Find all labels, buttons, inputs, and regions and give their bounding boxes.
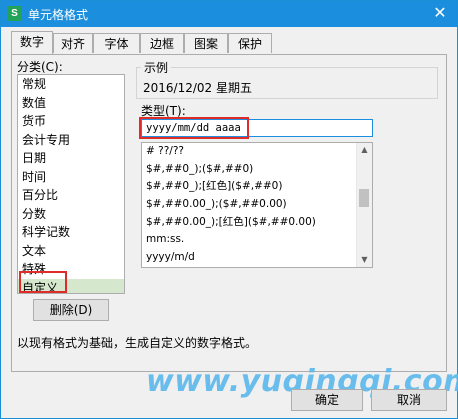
category-label: 分类(C): bbox=[17, 60, 63, 74]
delete-button[interactable]: 删除(D) bbox=[33, 299, 109, 321]
type-input[interactable]: yyyy/mm/dd aaaa bbox=[141, 119, 373, 137]
category-item-time[interactable]: 时间 bbox=[18, 168, 124, 187]
app-icon: S bbox=[7, 6, 22, 21]
category-item-number[interactable]: 数值 bbox=[18, 94, 124, 113]
tab-protection[interactable]: 保护 bbox=[228, 33, 272, 53]
tab-border[interactable]: 边框 bbox=[140, 33, 184, 53]
format-list-scrollbar[interactable]: ▲ ▼ bbox=[356, 143, 372, 267]
scroll-down-arrow-icon[interactable]: ▼ bbox=[357, 253, 372, 267]
format-item[interactable]: mm:ss. bbox=[142, 231, 372, 249]
dialog-title: 单元格格式 bbox=[28, 8, 89, 22]
ok-button[interactable]: 确定 bbox=[291, 389, 363, 411]
category-item-special[interactable]: 特殊 bbox=[18, 260, 124, 279]
category-item-general[interactable]: 常规 bbox=[18, 75, 124, 94]
category-list[interactable]: 常规 数值 货币 会计专用 日期 时间 百分比 分数 科学记数 文本 特殊 自定… bbox=[17, 74, 125, 294]
format-item[interactable]: yyyy/m/d bbox=[142, 249, 372, 267]
format-cells-dialog: S 单元格格式 ✕ 数字 对齐 字体 边框 图案 保护 分类(C): 常规 数值… bbox=[0, 0, 458, 419]
tab-number[interactable]: 数字 bbox=[11, 31, 53, 54]
title-bar: S 单元格格式 ✕ bbox=[1, 1, 457, 27]
tab-font[interactable]: 字体 bbox=[93, 33, 140, 53]
category-item-date[interactable]: 日期 bbox=[18, 149, 124, 168]
tab-alignment[interactable]: 对齐 bbox=[53, 33, 93, 53]
category-item-text[interactable]: 文本 bbox=[18, 242, 124, 261]
category-item-custom[interactable]: 自定义 bbox=[18, 278, 124, 293]
format-item[interactable]: $#,##0.00_);[红色]($#,##0.00) bbox=[142, 214, 372, 232]
category-item-scientific[interactable]: 科学记数 bbox=[18, 223, 124, 242]
format-item[interactable]: $#,##0.00_);($#,##0.00) bbox=[142, 196, 372, 214]
format-code-list[interactable]: # ??/?? $#,##0_);($#,##0) $#,##0_);[红色](… bbox=[141, 142, 373, 268]
tab-pattern[interactable]: 图案 bbox=[184, 33, 228, 53]
category-item-percentage[interactable]: 百分比 bbox=[18, 186, 124, 205]
cancel-button[interactable]: 取消 bbox=[371, 389, 447, 411]
scroll-up-arrow-icon[interactable]: ▲ bbox=[357, 143, 372, 157]
close-icon[interactable]: ✕ bbox=[431, 4, 449, 22]
sample-value: 2016/12/02 星期五 bbox=[143, 81, 252, 95]
category-item-currency[interactable]: 货币 bbox=[18, 112, 124, 131]
category-item-accounting[interactable]: 会计专用 bbox=[18, 131, 124, 150]
format-description: 以现有格式为基础，生成自定义的数字格式。 bbox=[17, 336, 258, 350]
scroll-thumb[interactable] bbox=[359, 189, 369, 207]
category-item-fraction[interactable]: 分数 bbox=[18, 205, 124, 224]
type-label: 类型(T): bbox=[141, 104, 186, 118]
format-item[interactable]: $#,##0_);[红色]($#,##0) bbox=[142, 178, 372, 196]
format-item[interactable]: $#,##0_);($#,##0) bbox=[142, 161, 372, 179]
sample-caption: 示例 bbox=[141, 59, 172, 76]
format-item[interactable]: # ??/?? bbox=[142, 143, 372, 161]
